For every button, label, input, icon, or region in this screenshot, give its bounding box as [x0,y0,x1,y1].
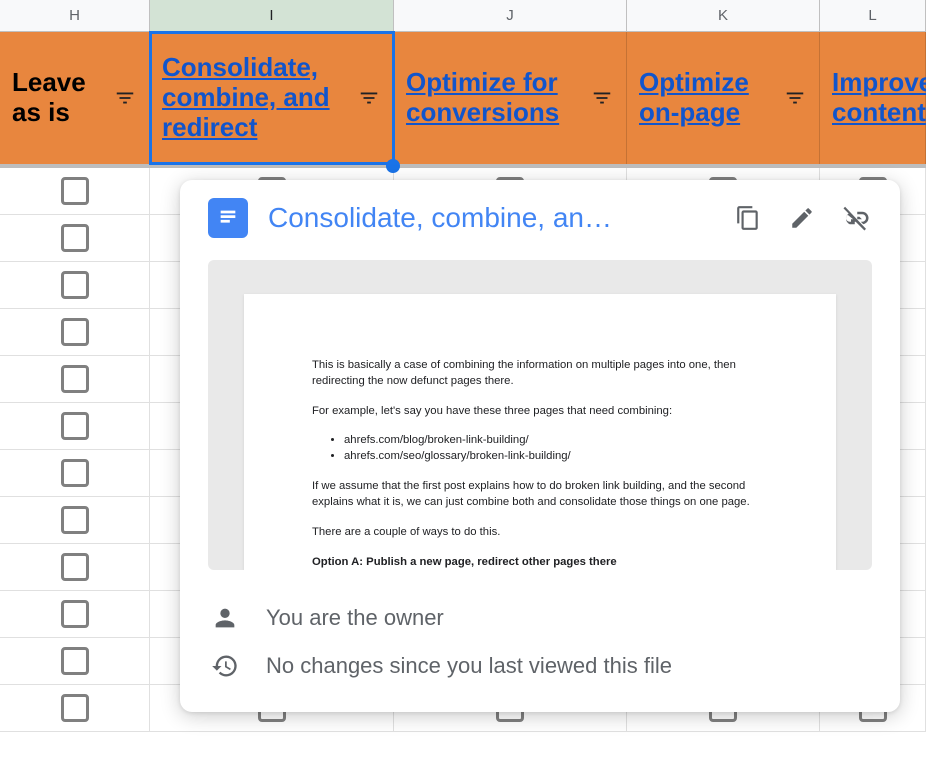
popup-actions [732,202,872,234]
preview-list-item: ahrefs.com/blog/broken-link-building/ [344,433,768,449]
checkbox[interactable] [61,600,89,628]
column-letter-j[interactable]: J [394,0,627,31]
table-cell[interactable] [0,450,150,496]
checkbox[interactable] [61,553,89,581]
preview-paragraph: There are a couple of ways to do this. [312,525,768,541]
header-cell-consolidate[interactable]: Consolidate, combine, and redirect [150,32,394,164]
link-preview-popup: Consolidate, combine, an… This is basica… [180,180,900,712]
header-cell-optimize-conversions[interactable]: Optimize for conversions [394,32,627,164]
owner-text: You are the owner [266,605,444,631]
checkbox[interactable] [61,647,89,675]
checkbox[interactable] [61,271,89,299]
header-cell-leave-as-is[interactable]: Leave as is [0,32,150,164]
owner-row: You are the owner [208,594,872,642]
doc-preview-page: This is basically a case of combining th… [244,294,836,570]
table-cell[interactable] [0,356,150,402]
checkbox[interactable] [61,459,89,487]
table-cell[interactable] [0,497,150,543]
filter-icon[interactable] [588,84,616,112]
popup-title[interactable]: Consolidate, combine, an… [268,202,712,234]
checkbox[interactable] [61,318,89,346]
column-letter-row: H I J K L [0,0,926,32]
header-label: Leave as is [12,68,111,128]
header-label[interactable]: Consolidate, combine, and redirect [162,53,355,143]
checkbox[interactable] [61,694,89,722]
changes-row: No changes since you last viewed this fi… [208,642,872,690]
table-cell[interactable] [0,403,150,449]
popup-footer: You are the owner No changes since you l… [180,588,900,712]
header-label[interactable]: Improve content [832,68,926,128]
table-cell[interactable] [0,262,150,308]
preview-heading: Option A: Publish a new page, redirect o… [312,555,768,571]
preview-paragraph: If we assume that the first post explain… [312,479,768,511]
header-label[interactable]: Optimize on-page [639,68,781,128]
google-docs-icon [208,198,248,238]
doc-preview-frame[interactable]: This is basically a case of combining th… [208,260,872,570]
header-label[interactable]: Optimize for conversions [406,68,588,128]
header-cell-optimize-on-page[interactable]: Optimize on-page [627,32,820,164]
column-letter-k[interactable]: K [627,0,820,31]
preview-paragraph: For example, let's say you have these th… [312,404,768,420]
header-cell-improve-content[interactable]: Improve content [820,32,926,164]
popup-header: Consolidate, combine, an… [180,180,900,250]
filter-icon[interactable] [355,84,383,112]
table-cell[interactable] [0,685,150,731]
table-cell[interactable] [0,309,150,355]
table-cell[interactable] [0,544,150,590]
checkbox[interactable] [61,365,89,393]
preview-list: ahrefs.com/blog/broken-link-building/ ah… [312,433,768,465]
table-cell[interactable] [0,168,150,214]
checkbox[interactable] [61,412,89,440]
remove-link-icon[interactable] [840,202,872,234]
label-header-row: Leave as is Consolidate, combine, and re… [0,32,926,168]
column-letter-h[interactable]: H [0,0,150,31]
changes-text: No changes since you last viewed this fi… [266,653,672,679]
preview-list-item: ahrefs.com/seo/glossary/broken-link-buil… [344,449,768,465]
checkbox[interactable] [61,177,89,205]
selection-handle[interactable] [386,159,400,173]
checkbox[interactable] [61,506,89,534]
filter-icon[interactable] [781,84,809,112]
table-cell[interactable] [0,591,150,637]
preview-paragraph: This is basically a case of combining th… [312,358,768,390]
copy-link-icon[interactable] [732,202,764,234]
edit-icon[interactable] [786,202,818,234]
person-icon [208,604,242,632]
history-icon [208,652,242,680]
column-letter-l[interactable]: L [820,0,926,31]
table-cell[interactable] [0,638,150,684]
filter-icon[interactable] [111,84,139,112]
checkbox[interactable] [61,224,89,252]
table-cell[interactable] [0,215,150,261]
column-letter-i[interactable]: I [150,0,394,31]
